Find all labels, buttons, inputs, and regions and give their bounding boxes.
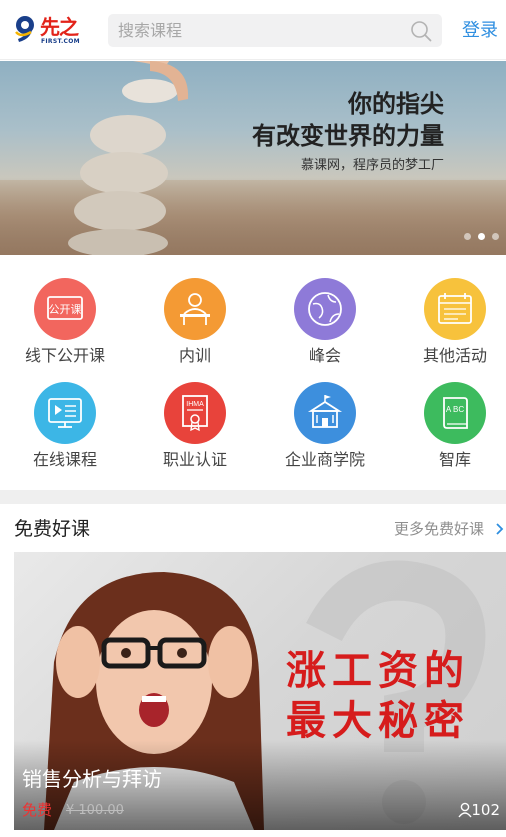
- course-card[interactable]: 涨工资的 最大秘密 销售分析与拜访 免费 ¥ 100.00 102: [14, 552, 506, 830]
- grid-label: 职业认证: [162, 450, 227, 469]
- section-divider: [0, 490, 506, 504]
- library-icon: A BC: [424, 382, 486, 444]
- poster-headline-2: 最大秘密: [286, 697, 470, 744]
- certificate-badge: IHMA: [186, 401, 204, 408]
- grid-item-other-events[interactable]: 其他活动: [392, 256, 506, 365]
- grid-item-open-class[interactable]: 公开课 线下公开课: [2, 256, 128, 365]
- open-class-icon: 公开课: [34, 278, 96, 340]
- grid-item-summit[interactable]: 峰会: [262, 256, 388, 365]
- grid-item-think-tank[interactable]: A BC 智库: [392, 360, 506, 469]
- academy-icon: [294, 382, 356, 444]
- logo[interactable]: 先之 FIRST.COM: [13, 14, 85, 48]
- course-title: 销售分析与拜访: [22, 767, 162, 791]
- chevron-right-icon[interactable]: [494, 519, 506, 539]
- search-input[interactable]: 搜索课程: [108, 14, 442, 47]
- grid-label: 企业商学院: [284, 450, 365, 469]
- grid-item-academy[interactable]: 企业商学院: [262, 360, 388, 469]
- grid-item-online-course[interactable]: 在线课程: [2, 360, 128, 469]
- login-button[interactable]: 登录: [462, 19, 506, 43]
- certificate-icon: IHMA: [164, 382, 226, 444]
- open-class-badge: 公开课: [49, 303, 82, 316]
- section-title: 免费好课: [14, 518, 91, 540]
- carousel-dot-active[interactable]: [478, 233, 485, 240]
- category-grid: 公开课 线下公开课 内训 峰会 其他活动 在线课程 IHMA 职业认证 企业商学…: [0, 256, 506, 488]
- carousel-dot[interactable]: [464, 233, 471, 240]
- more-free-courses-link[interactable]: 更多免费好课: [394, 519, 506, 539]
- logo-nine-icon: [15, 16, 34, 42]
- carousel-dot[interactable]: [492, 233, 499, 240]
- logo-domain: FIRST.COM: [41, 38, 80, 45]
- top-bar: 先之 FIRST.COM 搜索课程 登录: [0, 0, 506, 60]
- learner-count: 102: [471, 801, 500, 819]
- carousel-indicators: [464, 233, 504, 243]
- search-icon[interactable]: [410, 20, 432, 42]
- grid-item-training[interactable]: 内训: [132, 256, 258, 365]
- training-icon: [164, 278, 226, 340]
- user-icon: [458, 802, 472, 818]
- banner-headline: 你的指尖: [348, 90, 444, 118]
- search-placeholder: 搜索课程: [118, 21, 183, 40]
- banner-subtitle: 慕课网，程序员的梦工厂: [300, 158, 444, 173]
- banner-headline-2: 有改变世界的力量: [252, 122, 444, 150]
- grid-label: 智库: [438, 450, 471, 469]
- course-price: 免费: [22, 801, 53, 819]
- logo-text: 先之: [40, 15, 79, 39]
- grid-label: 在线课程: [32, 450, 97, 469]
- library-badge: A BC: [446, 405, 464, 414]
- course-original-price: ¥ 100.00: [66, 803, 124, 818]
- poster-headline: 涨工资的: [286, 647, 470, 694]
- banner-carousel[interactable]: 你的指尖 有改变世界的力量 慕课网，程序员的梦工厂: [0, 61, 506, 255]
- stacked-stones-image: [68, 61, 189, 255]
- calendar-icon: [424, 278, 486, 340]
- grid-item-certification[interactable]: IHMA 职业认证: [132, 360, 258, 469]
- online-course-icon: [34, 382, 96, 444]
- summit-icon: [294, 278, 356, 340]
